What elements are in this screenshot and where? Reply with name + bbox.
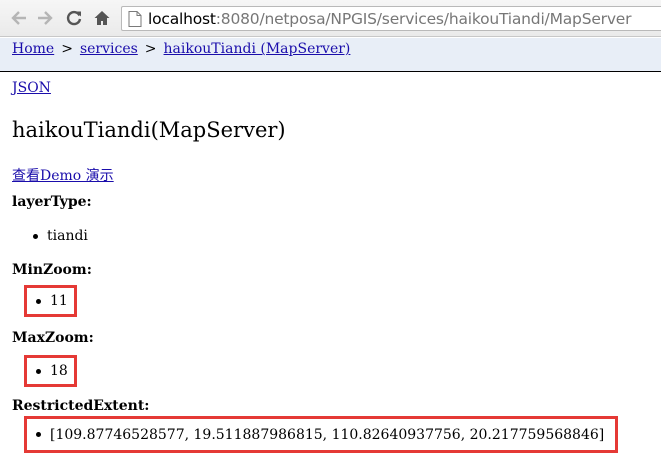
url-host: localhost [148, 9, 216, 28]
bullet-icon [36, 432, 41, 437]
bullet-icon [33, 233, 38, 239]
url-text: localhost:8080/netposa/NPGIS/services/ha… [148, 9, 632, 28]
url-path: :8080/netposa/NPGIS/services/haikouTiand… [215, 9, 632, 28]
back-arrow-icon [11, 11, 26, 25]
min-zoom-value: 11 [50, 293, 68, 309]
json-link[interactable]: JSON [12, 80, 51, 96]
restricted-extent-label: RestrictedExtent: [12, 398, 150, 414]
reload-icon [66, 10, 82, 26]
page-icon [128, 10, 142, 27]
bullet-icon [36, 368, 41, 374]
demo-link[interactable]: 查看Demo 演示 [12, 165, 114, 185]
forward-button[interactable] [34, 7, 56, 29]
layer-type-value: tiandi [47, 228, 88, 244]
min-zoom-item: 11 [24, 285, 77, 317]
breadcrumb-separator: > [144, 41, 157, 57]
back-button[interactable] [8, 7, 30, 29]
max-zoom-label: MaxZoom: [12, 330, 94, 346]
bullet-icon [36, 298, 41, 304]
max-zoom-item: 18 [24, 355, 77, 387]
min-zoom-label: MinZoom: [12, 262, 92, 278]
max-zoom-value: 18 [50, 363, 68, 379]
breadcrumb-current-link[interactable]: haikouTiandi (MapServer) [164, 41, 351, 57]
layer-type-label: layerType: [12, 194, 92, 210]
breadcrumb: Home > services > haikouTiandi (MapServer) [0, 38, 661, 72]
browser-toolbar: localhost:8080/netposa/NPGIS/services/ha… [0, 0, 661, 37]
restricted-extent-item: [109.87746528577, 19.511887986815, 110.8… [24, 416, 618, 453]
layer-type-item: tiandi [24, 220, 88, 252]
home-button[interactable] [91, 7, 113, 29]
restricted-extent-value: [109.87746528577, 19.511887986815, 110.8… [50, 426, 605, 443]
address-bar[interactable]: localhost:8080/netposa/NPGIS/services/ha… [121, 6, 661, 31]
forward-arrow-icon [38, 11, 53, 25]
home-icon [94, 11, 110, 25]
breadcrumb-separator: > [61, 41, 73, 57]
page-title: haikouTiandi(MapServer) [12, 118, 286, 142]
reload-button[interactable] [63, 7, 85, 29]
breadcrumb-home-link[interactable]: Home [12, 41, 54, 57]
breadcrumb-services-link[interactable]: services [80, 41, 138, 57]
